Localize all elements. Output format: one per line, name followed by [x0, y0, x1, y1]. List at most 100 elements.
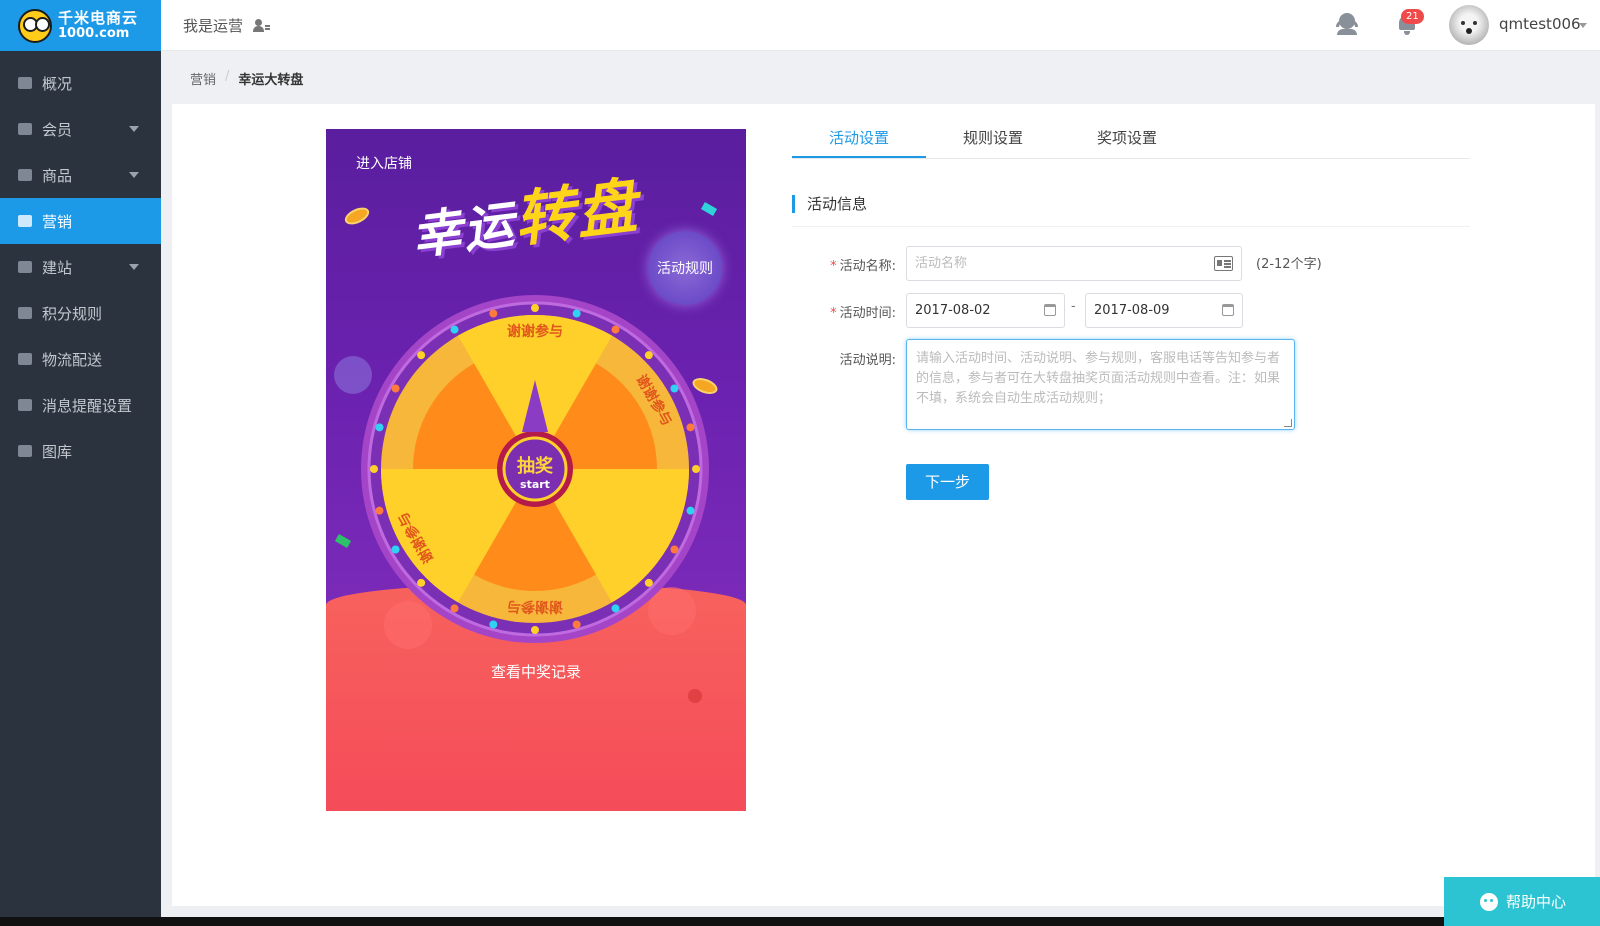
sidebar-item-label: 会员 — [42, 120, 73, 139]
sidebar-item-label: 图库 — [42, 442, 73, 461]
rim-light — [391, 545, 400, 554]
end-date-input[interactable]: 2017-08-09 — [1085, 293, 1243, 328]
marketing-icon — [18, 215, 32, 227]
section-title: 活动信息 — [792, 195, 867, 213]
spin-label[interactable]: 抽奖 — [517, 455, 554, 477]
notification-badge: 21 — [1401, 9, 1424, 24]
help-center-label: 帮助中心 — [1506, 893, 1567, 911]
date-separator: - — [1071, 299, 1076, 314]
confetti-icon — [700, 202, 718, 216]
sidebar-item-3[interactable]: 营销 — [0, 198, 161, 244]
activity-desc-placeholder: 请输入活动时间、活动说明、参与规则，客服电话等告知参与者的信息，参与者可在大转盘… — [916, 351, 1281, 406]
rim-light — [391, 384, 400, 393]
alert-icon — [18, 399, 32, 411]
rim-light — [611, 325, 620, 334]
activity-desc-label: 活动说明: — [839, 353, 896, 368]
sidebar-item-2[interactable]: 商品 — [0, 152, 161, 198]
activity-name-hint: (2-12个字) — [1256, 257, 1322, 272]
chevron-down-icon — [129, 172, 139, 178]
sidebar-item-7[interactable]: 消息提醒设置 — [0, 382, 161, 428]
calendar-icon — [1222, 304, 1234, 316]
sidebar-item-label: 商品 — [42, 166, 73, 185]
sidebar-item-label: 物流配送 — [42, 350, 103, 369]
rim-light — [375, 423, 384, 432]
chart-icon — [18, 77, 32, 89]
rim-light — [375, 506, 384, 515]
activity-name-placeholder: 活动名称 — [915, 256, 968, 271]
robot-icon — [1480, 892, 1498, 911]
activity-time-label: * 活动时间: — [830, 306, 896, 321]
start-date-value: 2017-08-02 — [915, 303, 991, 318]
rim-light — [531, 304, 539, 312]
rim-light — [692, 465, 700, 473]
rim-light — [572, 620, 581, 629]
top-bar: 我是运营 21 qmtest006 — [161, 0, 1600, 51]
sidebar-item-6[interactable]: 物流配送 — [0, 336, 161, 382]
tab-0[interactable]: 活动设置 — [792, 122, 926, 158]
rim-light — [531, 626, 539, 634]
user-icon — [18, 123, 32, 135]
help-center-button[interactable]: 帮助中心 — [1444, 877, 1600, 926]
calendar-icon — [1044, 304, 1056, 316]
sidebar-item-label: 营销 — [42, 212, 73, 231]
sidebar-item-label: 建站 — [42, 258, 73, 277]
rim-light — [644, 578, 653, 587]
winning-records-link[interactable]: 查看中奖记录 — [326, 661, 746, 682]
tab-2[interactable]: 奖项设置 — [1060, 122, 1194, 158]
role-switcher[interactable]: 我是运营 — [183, 15, 271, 36]
title-part-b: 转盘 — [510, 171, 643, 256]
id-card-icon — [1214, 256, 1233, 271]
rim-light — [572, 309, 581, 318]
rim-light — [417, 351, 426, 360]
chevron-down-icon[interactable] — [1579, 23, 1587, 28]
chevron-down-icon — [129, 126, 139, 132]
sidebar-item-1[interactable]: 会员 — [0, 106, 161, 152]
rim-light — [686, 506, 695, 515]
title-part-a: 幸运 — [408, 195, 519, 266]
rim-light — [450, 604, 459, 613]
wheel-preview: 进入店铺 幸运转盘 活动规则 谢谢参与 谢谢参与 谢谢参与 谢谢参与 抽奖 start… — [326, 129, 746, 811]
image-icon — [18, 445, 32, 457]
sidebar-item-5[interactable]: 积分规则 — [0, 290, 161, 336]
rim-light — [450, 325, 459, 334]
monitor-icon — [18, 261, 32, 273]
logo[interactable]: 千米电商云 1000.com — [0, 0, 161, 51]
sidebar-nav: 概况会员商品营销建站积分规则物流配送消息提醒设置图库 — [0, 60, 161, 474]
logo-name: 千米电商云 — [58, 8, 139, 27]
activity-desc-textarea[interactable]: 请输入活动时间、活动说明、参与规则，客服电话等告知参与者的信息，参与者可在大转盘… — [906, 339, 1295, 430]
database-icon — [18, 307, 32, 319]
tab-1[interactable]: 规则设置 — [926, 122, 1060, 158]
resize-handle-icon[interactable] — [1284, 419, 1292, 427]
wheel-segment-label: 谢谢参与 — [507, 598, 563, 615]
rim-light — [489, 309, 498, 318]
sidebar-item-4[interactable]: 建站 — [0, 244, 161, 290]
enter-shop-link[interactable]: 进入店铺 — [356, 153, 412, 173]
username[interactable]: qmtest006 — [1499, 15, 1581, 33]
sidebar: 千米电商云 1000.com 概况会员商品营销建站积分规则物流配送消息提醒设置图… — [0, 0, 161, 926]
breadcrumb-parent[interactable]: 营销 — [190, 69, 216, 88]
avatar[interactable] — [1449, 5, 1489, 45]
chevron-down-icon — [129, 264, 139, 270]
sidebar-item-8[interactable]: 图库 — [0, 428, 161, 474]
rim-light — [489, 620, 498, 629]
activity-name-label: * 活动名称: — [830, 259, 896, 274]
next-step-button[interactable]: 下一步 — [906, 464, 989, 500]
rim-light — [370, 465, 378, 473]
bag-icon — [18, 169, 32, 181]
breadcrumb-separator: / — [225, 69, 230, 84]
rim-light — [670, 384, 679, 393]
sidebar-item-label: 积分规则 — [42, 304, 103, 323]
logo-domain: 1000.com — [58, 25, 130, 41]
start-date-input[interactable]: 2017-08-02 — [906, 293, 1065, 328]
activity-name-input[interactable]: 活动名称 — [906, 246, 1242, 281]
logo-mascot-icon — [18, 8, 52, 43]
truck-icon — [18, 353, 32, 365]
confetti-icon — [334, 534, 352, 548]
customer-service-icon[interactable] — [1335, 12, 1359, 36]
role-label: 我是运营 — [183, 17, 244, 35]
sidebar-item-0[interactable]: 概况 — [0, 60, 161, 106]
sidebar-item-label: 概况 — [42, 74, 73, 93]
coin-icon — [342, 204, 372, 228]
switch-user-icon — [253, 18, 271, 33]
rim-light — [644, 351, 653, 360]
